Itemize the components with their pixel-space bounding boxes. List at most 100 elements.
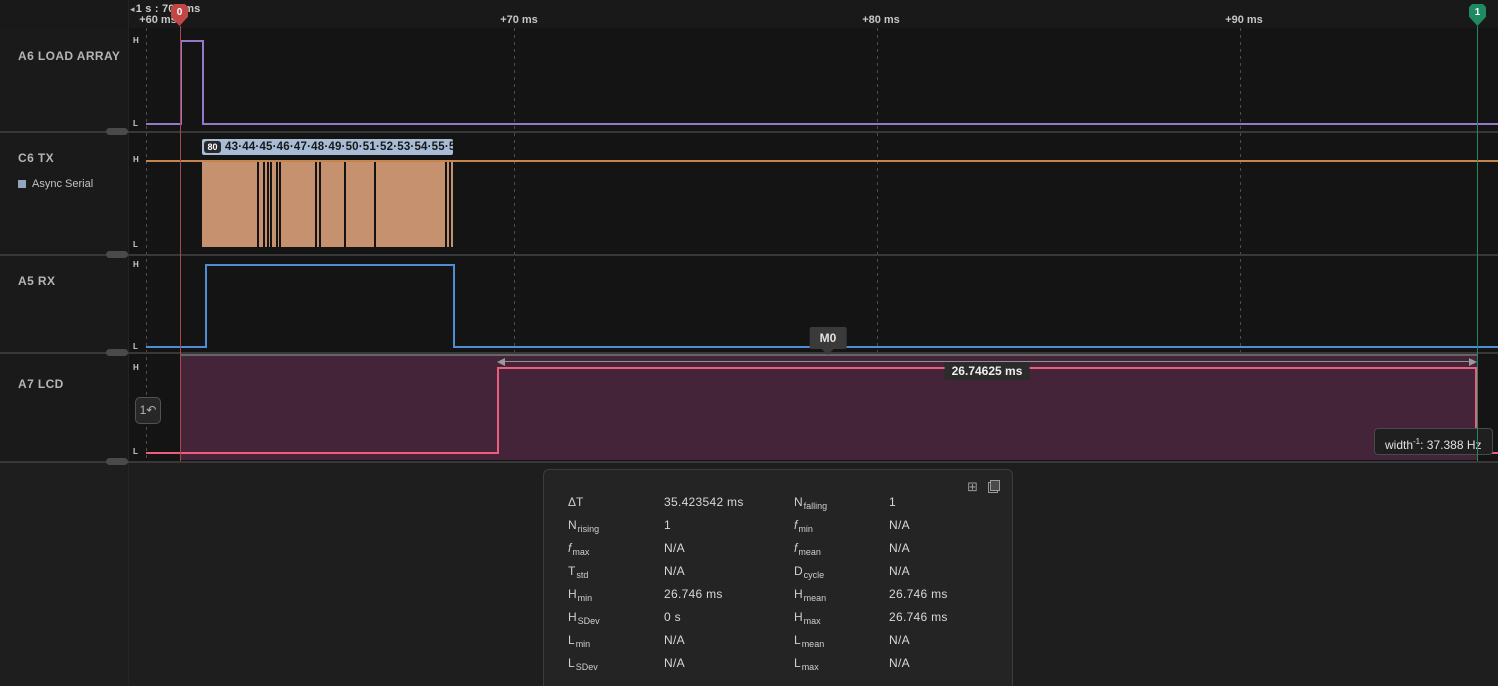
measurement-row: fmax N/A fmean N/A	[544, 541, 1012, 564]
logic-analyzer-window: ◂1 s : 700 ms +60 ms +70 ms +80 ms +90 m…	[0, 0, 1498, 686]
serial-transition-line	[445, 162, 447, 247]
measurement-duration-label: 26.74625 ms	[945, 362, 1030, 380]
measurement-label: Nrising	[568, 518, 599, 534]
measurement-label: Lmean	[794, 633, 824, 649]
a6-waveform-fall	[202, 40, 204, 125]
serial-decoded-bytes-strip[interactable]: 80 43·44·45·46·47·48·49·50·51·52·53·54·5…	[202, 139, 453, 155]
serial-transition-line	[279, 162, 281, 247]
channel-label-c6[interactable]: C6 TX	[18, 151, 54, 165]
measurement-label: fmin	[794, 518, 813, 534]
timing-marker-1-line	[1477, 26, 1478, 461]
a6-high-label: H	[133, 36, 139, 45]
a7-low-label: L	[133, 447, 138, 456]
serial-transition-line	[263, 162, 265, 247]
measurement-label: HSDev	[568, 610, 600, 626]
a6-low-label: L	[133, 119, 138, 128]
measurement-value: 35.423542 ms	[664, 495, 744, 509]
a6-waveform-low-2	[204, 123, 1498, 125]
serial-transition-line	[344, 162, 346, 247]
a5-low-label: L	[133, 342, 138, 351]
measurement-row: ΔT 35.423542 ms Nfalling 1	[544, 495, 1012, 518]
measurement-row: Tstd N/A Dcycle N/A	[544, 564, 1012, 587]
channel-label-a5[interactable]: A5 RX	[18, 274, 55, 288]
ruler-right-arrow-icon	[1469, 358, 1477, 366]
row-separator-1	[0, 131, 1498, 133]
measurement-row: Nrising1fminN/A	[544, 518, 1012, 541]
row-resize-handle-4[interactable]	[106, 458, 128, 465]
measurement-value: N/A	[664, 541, 685, 555]
serial-transition-line	[449, 162, 451, 247]
serial-transition-line	[319, 162, 321, 247]
row-separator-4	[0, 461, 1498, 463]
a5-waveform-rise	[205, 264, 207, 348]
measurement-label: Nfalling	[794, 495, 827, 511]
serial-transition-line	[267, 162, 269, 247]
timeline-tick-80ms: +80 ms	[849, 14, 913, 26]
measurement-selection-region[interactable]	[180, 354, 1477, 460]
ruler-left-arrow-icon	[497, 358, 505, 366]
measurement-label: Hmin	[568, 587, 592, 603]
a5-waveform-low-2	[455, 346, 1498, 348]
measurement-row: Lmin N/A Lmean N/A	[544, 633, 1012, 656]
c6-low-label: L	[133, 240, 138, 249]
measurement-label: Tstd	[568, 564, 588, 580]
measurement-label: Hmean	[794, 587, 826, 603]
c6-serial-burst[interactable]	[202, 162, 453, 247]
measurement-value: N/A	[664, 564, 685, 578]
row-resize-handle-2[interactable]	[106, 251, 128, 258]
serial-framing-byte-badge: 80	[204, 141, 221, 153]
measurement-row: HSDev 0 s Hmax 26.746 ms	[544, 610, 1012, 633]
measurement-label: fmax	[568, 541, 589, 557]
serial-transition-line	[276, 162, 278, 247]
a5-waveform-low-1	[146, 346, 205, 348]
channel-label-a6[interactable]: A6 LOAD ARRAY	[18, 49, 120, 63]
c6-high-label: H	[133, 155, 139, 164]
measurement-value: N/A	[889, 564, 910, 578]
measurement-label: Hmax	[794, 610, 821, 626]
measurement-value: N/A	[889, 633, 910, 647]
measurement-rows: ΔT 35.423542 ms Nfalling 1 Nrising1fminN/Afm…	[544, 495, 1012, 679]
column-divider	[128, 0, 129, 463]
a7-high-label: H	[133, 363, 139, 372]
measurement-label: ΔT	[568, 495, 583, 509]
measurement-value: N/A	[889, 541, 910, 555]
row-separator-2	[0, 254, 1498, 256]
add-to-grid-icon[interactable]: ⊞	[967, 480, 978, 493]
row-resize-handle-1[interactable]	[106, 128, 128, 135]
a7-waveform-rise	[497, 367, 499, 454]
measurement-value: N/A	[664, 656, 685, 670]
a6-waveform-high	[180, 40, 204, 42]
measurement-label: Dcycle	[794, 564, 824, 580]
measurement-row: LSDevN/ALmaxN/A	[544, 656, 1012, 679]
row-resize-handle-3[interactable]	[106, 349, 128, 356]
column-divider-extension	[128, 463, 129, 686]
measurement-label: Lmin	[568, 633, 590, 649]
measurement-details-panel: ⊞ ΔT 35.423542 ms Nfalling 1 Nrising1fminN/A…	[543, 469, 1013, 686]
measurement-value: 1	[889, 495, 896, 509]
analyzer-label: Async Serial	[32, 178, 93, 190]
measurement-row: Hmin 26.746 ms Hmean 26.746 ms	[544, 587, 1012, 610]
measurement-marker-flag[interactable]: M0	[810, 327, 847, 349]
measurement-value: 0 s	[664, 610, 681, 624]
copy-icon[interactable]	[988, 480, 1000, 493]
serial-transition-line	[257, 162, 259, 247]
a6-waveform-low-1	[146, 123, 182, 125]
width-frequency-tooltip: width-1: 37.388 Hz	[1374, 428, 1493, 455]
measurement-value: 26.746 ms	[889, 610, 948, 624]
analyzer-color-swatch-icon	[18, 180, 26, 188]
channel-label-a7[interactable]: A7 LCD	[18, 377, 64, 391]
measurement-label: LSDev	[568, 656, 598, 672]
measurement-value: 26.746 ms	[889, 587, 948, 601]
timeline-tick-90ms: +90 ms	[1212, 14, 1276, 26]
a5-waveform-high	[205, 264, 455, 266]
measurement-value: 26.746 ms	[664, 587, 723, 601]
jump-to-edge-button[interactable]: 1↶	[135, 397, 161, 424]
timeline-tick-70ms: +70 ms	[487, 14, 551, 26]
a7-waveform-low-1	[146, 452, 497, 454]
serial-transition-line	[374, 162, 376, 247]
measurement-value: N/A	[664, 633, 685, 647]
a5-waveform-fall	[453, 264, 455, 348]
analyzer-row[interactable]: Async Serial	[18, 178, 93, 190]
serial-transition-line	[315, 162, 317, 247]
measurement-label: fmean	[794, 541, 821, 557]
